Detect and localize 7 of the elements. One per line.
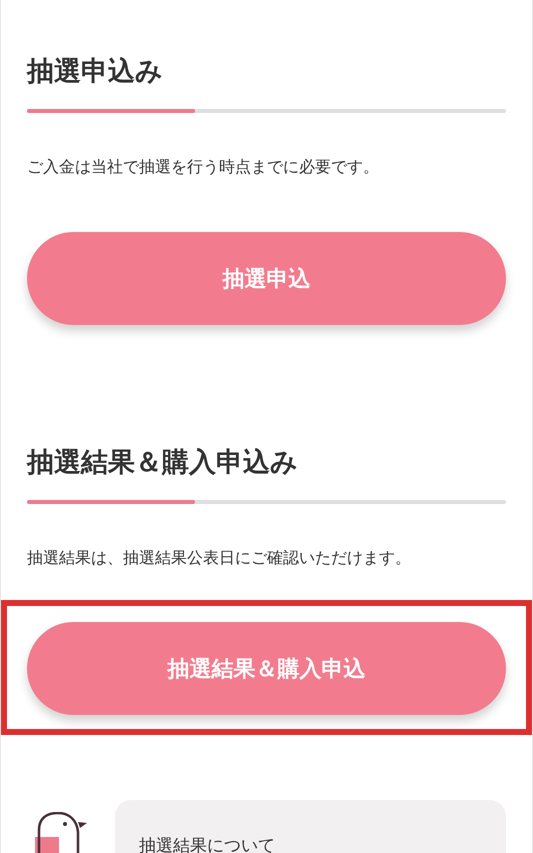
- section-note: 抽選結果は、抽選結果公表日にご確認いただけます。: [27, 547, 412, 569]
- bird-icon: [35, 812, 87, 853]
- apply-button[interactable]: 抽選申込: [27, 232, 506, 325]
- section-heading: 抽選結果＆購入申込み: [27, 446, 299, 480]
- section-heading: 抽選申込み: [27, 55, 164, 89]
- section-note: ご入金は当社で抽選を行う時点までに必要です。: [27, 156, 380, 178]
- apply-button[interactable]: 抽選結果＆購入申込: [27, 622, 506, 715]
